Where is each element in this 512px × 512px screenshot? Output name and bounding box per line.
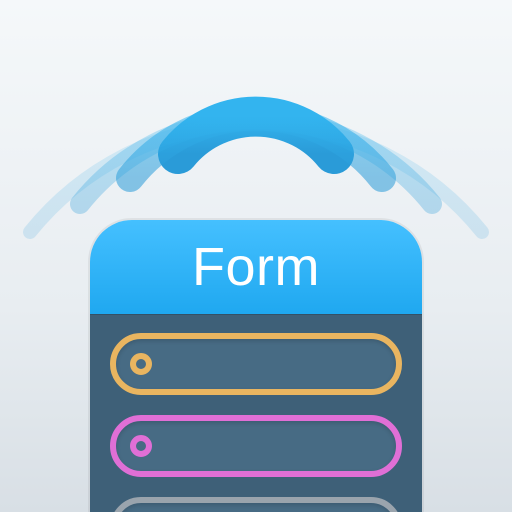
- form-field[interactable]: [110, 415, 402, 477]
- radio-icon: [130, 353, 152, 375]
- form-field[interactable]: [110, 497, 402, 512]
- form-card: Form: [88, 218, 424, 512]
- form-body: [90, 314, 422, 512]
- form-field[interactable]: [110, 333, 402, 395]
- radio-icon: [130, 435, 152, 457]
- form-title: Form: [192, 236, 320, 298]
- form-header: Form: [90, 220, 422, 314]
